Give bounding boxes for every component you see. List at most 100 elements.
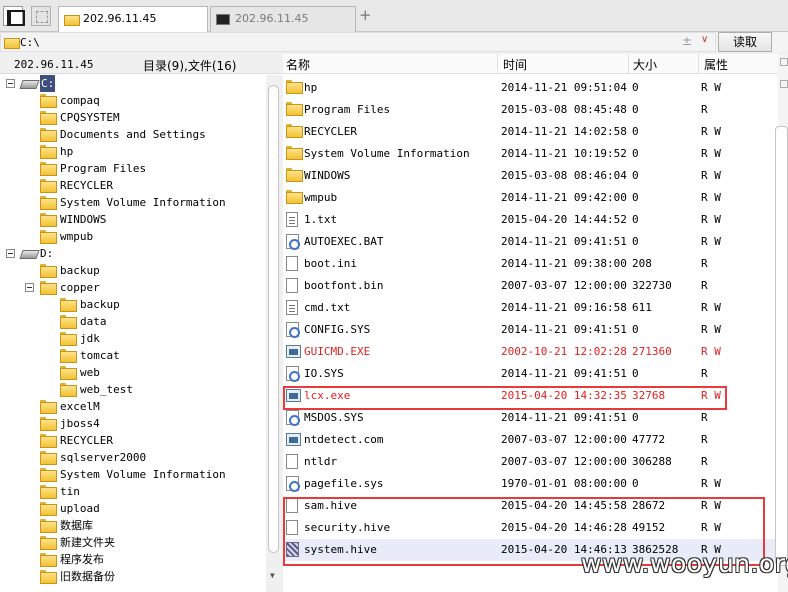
read-button[interactable]: 读取 xyxy=(718,32,772,52)
tree-folder[interactable]: jdk xyxy=(0,330,266,347)
file-row[interactable]: hp 2014-11-21 09:51:04 0 R W xyxy=(283,77,778,99)
tree-folder[interactable]: Documents and Settings xyxy=(0,126,266,143)
collapse-toggle[interactable] xyxy=(6,79,15,88)
tree-folder[interactable]: jboss4 xyxy=(0,415,266,432)
folder-icon xyxy=(60,366,77,380)
file-row[interactable]: sam.hive 2015-04-20 14:45:58 28672 R W xyxy=(283,495,778,517)
file-row[interactable]: ntldr 2007-03-07 12:00:00 306288 R xyxy=(283,451,778,473)
folder-icon xyxy=(40,179,57,193)
file-row[interactable]: AUTOEXEC.BAT 2014-11-21 09:41:51 0 R W xyxy=(283,231,778,253)
tree-folder[interactable]: tin xyxy=(0,483,266,500)
file-row[interactable]: RECYCLER 2014-11-21 14:02:58 0 R W xyxy=(283,121,778,143)
hive-file-icon xyxy=(286,542,299,557)
tree-folder[interactable]: backup xyxy=(0,262,266,279)
tab-terminal[interactable]: 202.96.11.45 xyxy=(210,6,356,32)
file-row[interactable]: CONFIG.SYS 2014-11-21 09:41:51 0 R W xyxy=(283,319,778,341)
file-row[interactable]: GUICMD.EXE 2002-10-21 12:02:28 271360 R W xyxy=(283,341,778,363)
panel-toggle-button[interactable] xyxy=(3,6,25,26)
tab-file-manager[interactable]: 202.96.11.45 xyxy=(58,6,208,32)
scroll-down-arrow[interactable]: ▼ xyxy=(270,571,275,580)
system-file-icon xyxy=(286,476,300,492)
column-separator[interactable] xyxy=(497,54,498,74)
tree-folder[interactable]: upload xyxy=(0,500,266,517)
file-name: MSDOS.SYS xyxy=(304,411,364,424)
tree-folder[interactable]: web xyxy=(0,364,266,381)
tree-folder[interactable]: backup xyxy=(0,296,266,313)
tree-folder[interactable]: RECYCLER xyxy=(0,432,266,449)
tree-folder[interactable]: wmpub xyxy=(0,228,266,245)
file-time: 2007-03-07 12:00:00 xyxy=(501,455,627,468)
folder-icon xyxy=(40,434,57,448)
tree-folder[interactable]: System Volume Information xyxy=(0,466,266,483)
tree-label: hp xyxy=(60,145,74,158)
file-row[interactable]: IO.SYS 2014-11-21 09:41:51 0 R xyxy=(283,363,778,385)
tree-folder[interactable]: sqlserver2000 xyxy=(0,449,266,466)
file-row[interactable]: ntdetect.com 2007-03-07 12:00:00 47772 R xyxy=(283,429,778,451)
file-row[interactable]: security.hive 2015-04-20 14:46:28 49152 R W xyxy=(283,517,778,539)
collapse-toggle[interactable] xyxy=(25,283,34,292)
tab-label: 202.96.11.45 xyxy=(235,12,309,25)
tree-folder[interactable]: 新建文件夹 xyxy=(0,534,266,551)
file-row[interactable]: bootfont.bin 2007-03-07 12:00:00 322730 R xyxy=(283,275,778,297)
file-row[interactable]: WINDOWS 2015-03-08 08:46:04 0 R W xyxy=(283,165,778,187)
file-row[interactable]: 1.txt 2015-04-20 14:44:52 0 R W xyxy=(283,209,778,231)
add-bookmark-button[interactable]: ± xyxy=(682,34,692,48)
tree-drive[interactable]: C: xyxy=(0,75,266,92)
column-separator[interactable] xyxy=(698,54,699,74)
column-name[interactable]: 名称 xyxy=(286,56,310,73)
folder-icon xyxy=(40,213,57,227)
tree-folder[interactable]: 旧数据备份 xyxy=(0,568,266,585)
file-name: lcx.exe xyxy=(304,389,351,402)
file-list-scrollbar[interactable] xyxy=(775,54,788,592)
executable-icon xyxy=(286,433,301,446)
tree-folder[interactable]: hp xyxy=(0,143,266,160)
file-time: 2015-04-20 14:46:28 xyxy=(501,521,627,534)
tree-folder[interactable]: WINDOWS xyxy=(0,211,266,228)
file-row[interactable]: Program Files 2015-03-08 08:45:48 0 R xyxy=(283,99,778,121)
file-row[interactable]: wmpub 2014-11-21 09:42:00 0 R W xyxy=(283,187,778,209)
tree-folder[interactable]: excelM xyxy=(0,398,266,415)
column-size[interactable]: 大小 xyxy=(633,56,657,73)
tree-folder[interactable]: tomcat xyxy=(0,347,266,364)
file-attr: R W xyxy=(701,213,721,226)
tree-folder[interactable]: RECYCLER xyxy=(0,177,266,194)
path-input[interactable]: C:\ xyxy=(20,36,40,49)
tree-scrollbar[interactable]: ▼ xyxy=(266,75,282,592)
scrollbar-thumb[interactable] xyxy=(268,85,279,553)
column-separator[interactable] xyxy=(628,54,629,74)
tree-folder[interactable]: 程序发布 xyxy=(0,551,266,568)
tree-folder[interactable]: System Volume Information xyxy=(0,194,266,211)
tree-drive[interactable]: D: xyxy=(0,245,266,262)
file-attr: R W xyxy=(701,301,721,314)
file-attr: R W xyxy=(701,323,721,336)
file-time: 2014-11-21 09:41:51 xyxy=(501,323,627,336)
file-row[interactable]: System Volume Information 2014-11-21 10:1… xyxy=(283,143,778,165)
item-counts: 目录(9),文件(16) xyxy=(143,59,237,73)
file-row[interactable]: lcx.exe 2015-04-20 14:32:35 32768 R W xyxy=(283,385,778,407)
blank-tab-button[interactable] xyxy=(31,6,51,26)
collapse-toggle[interactable] xyxy=(6,249,15,258)
tree-folder[interactable]: compaq xyxy=(0,92,266,109)
file-row[interactable]: pagefile.sys 1970-01-01 08:00:00 0 R W xyxy=(283,473,778,495)
add-tab-button[interactable]: + xyxy=(359,6,372,24)
tree-folder[interactable]: CPQSYSTEM xyxy=(0,109,266,126)
tree-folder[interactable]: data xyxy=(0,313,266,330)
file-name: WINDOWS xyxy=(304,169,351,182)
tree-folder[interactable]: copper xyxy=(0,279,266,296)
column-time[interactable]: 时间 xyxy=(503,56,527,73)
file-attr: R xyxy=(701,455,708,468)
tree-folder[interactable]: Program Files xyxy=(0,160,266,177)
file-size: 0 xyxy=(632,235,639,248)
tree-folder[interactable]: web_test xyxy=(0,381,266,398)
file-size: 49152 xyxy=(632,521,666,534)
file-row[interactable]: MSDOS.SYS 2014-11-21 09:41:51 0 R xyxy=(283,407,778,429)
chevron-down-icon[interactable]: ∨ xyxy=(701,34,708,45)
folder-icon xyxy=(40,451,57,465)
file-name: wmpub xyxy=(304,191,338,204)
scrollbar-thumb[interactable] xyxy=(775,126,788,566)
file-row[interactable]: cmd.txt 2014-11-21 09:16:58 611 R W xyxy=(283,297,778,319)
tree-label: jboss4 xyxy=(60,417,100,430)
file-row[interactable]: boot.ini 2014-11-21 09:38:00 208 R xyxy=(283,253,778,275)
column-attr[interactable]: 属性 xyxy=(704,56,728,73)
tree-folder[interactable]: 数据库 xyxy=(0,517,266,534)
